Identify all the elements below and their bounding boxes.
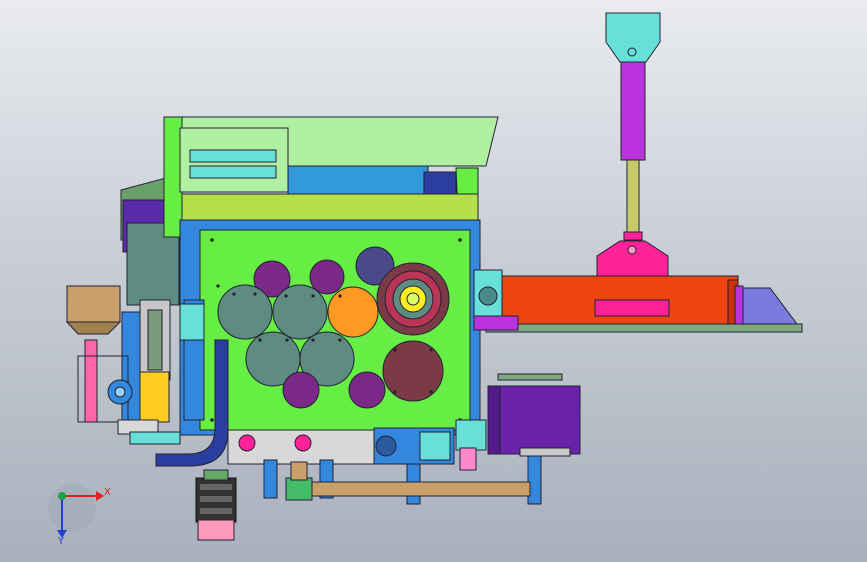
gearbox-cap xyxy=(375,435,397,457)
left-motor-cyan[interactable] xyxy=(179,303,205,341)
left-cylinder[interactable] xyxy=(84,339,98,423)
left-blue-plate xyxy=(121,311,141,423)
magenta-fitting-2[interactable] xyxy=(294,434,312,452)
y-axis-dot xyxy=(58,492,66,500)
cad-model-view[interactable]: X Y xyxy=(0,0,867,562)
tan-rail xyxy=(299,481,531,497)
panel-slot-2 xyxy=(189,165,277,179)
bottom-pink-post xyxy=(459,447,477,471)
lid-navy-tab xyxy=(423,171,457,195)
horizontal-beam-assembly[interactable] xyxy=(485,275,803,333)
right-gray-strip xyxy=(519,447,571,457)
left-cyan-foot xyxy=(129,431,181,445)
bottom-cyan-bar xyxy=(455,419,487,451)
beam-base-plate xyxy=(485,323,803,333)
cad-viewport[interactable]: X Y xyxy=(0,0,867,562)
tan-coupling-shaft xyxy=(290,461,308,481)
right-clamp xyxy=(473,315,519,331)
beam-tail-plate[interactable] xyxy=(737,287,801,329)
triad-origin-shadow xyxy=(48,484,96,532)
cylinder-rod-upper[interactable] xyxy=(620,61,646,161)
left-tan-block xyxy=(66,285,121,323)
main-drive-gear[interactable] xyxy=(376,262,450,336)
gear-teal-2[interactable] xyxy=(272,284,328,340)
blue-leg-1[interactable] xyxy=(263,459,278,499)
right-purple-box[interactable] xyxy=(487,385,581,455)
green-coupling[interactable] xyxy=(285,477,313,501)
magenta-bracket-base xyxy=(594,299,670,317)
left-blue-motor-core xyxy=(114,386,126,398)
lid-blue-strip xyxy=(287,165,429,195)
lid-left-post xyxy=(163,116,183,238)
top-lid-assembly[interactable] xyxy=(163,116,499,238)
gear-orange[interactable] xyxy=(327,286,379,338)
cylinder-rod-lower[interactable] xyxy=(626,159,640,235)
coordinate-triad: X Y xyxy=(48,484,111,547)
panel-slot-1 xyxy=(189,149,277,163)
lid-olive-band xyxy=(181,193,479,221)
x-arrow-icon xyxy=(96,491,104,501)
right-purple-box-side xyxy=(487,385,501,455)
bracket-pin xyxy=(627,245,637,255)
right-handle-bar[interactable] xyxy=(497,373,563,381)
x-axis-label: X xyxy=(104,487,111,498)
right-small-motor-face xyxy=(478,286,498,306)
gear-purple-3[interactable] xyxy=(282,371,320,409)
left-side-assembly[interactable] xyxy=(65,177,181,445)
bottom-motor[interactable] xyxy=(195,469,237,541)
rod-collar xyxy=(623,231,643,241)
left-column-insert xyxy=(147,309,163,371)
vertical-cylinder-assembly[interactable] xyxy=(596,12,669,315)
left-tan-wedge xyxy=(65,321,122,335)
y-axis-label: Y xyxy=(57,536,65,547)
gear-purple-2[interactable] xyxy=(309,259,345,295)
gear-purple-4[interactable] xyxy=(348,371,386,409)
magenta-fitting-1[interactable] xyxy=(238,434,256,452)
gear-maroon[interactable] xyxy=(382,340,444,402)
gearbox-cyan-block xyxy=(419,431,451,461)
funnel-pin xyxy=(627,47,637,57)
beam-tail-post xyxy=(734,285,744,327)
gear-teal-1[interactable] xyxy=(217,284,273,340)
